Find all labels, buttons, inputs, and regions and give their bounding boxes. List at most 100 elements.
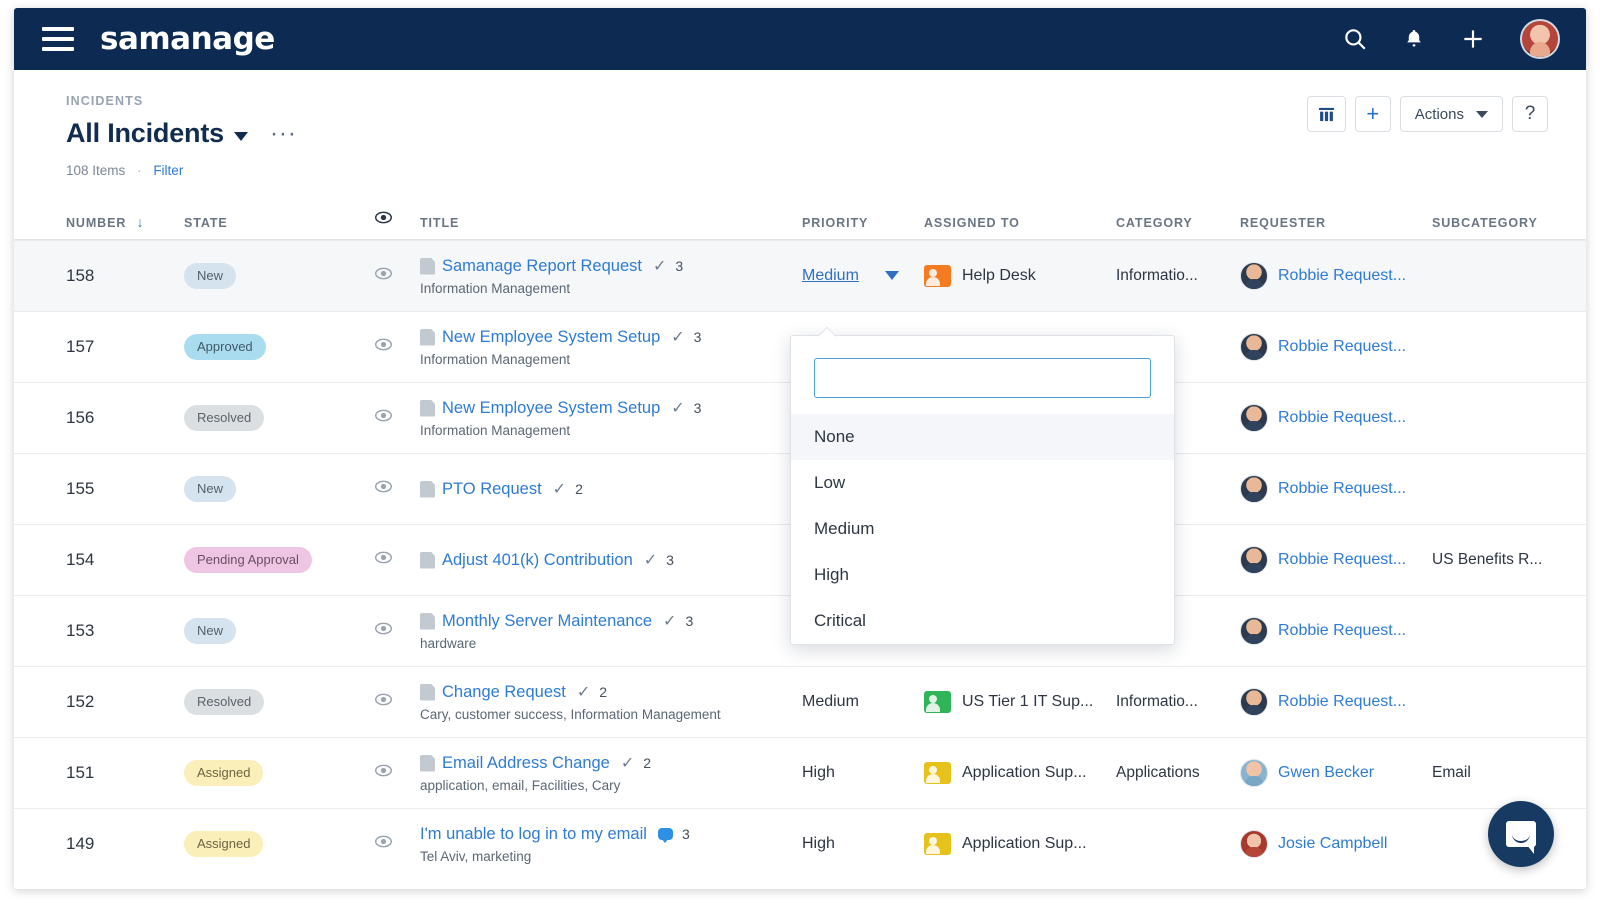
avatar (1240, 688, 1268, 716)
requester-name[interactable]: Gwen Becker (1278, 764, 1374, 782)
user-avatar[interactable] (1520, 19, 1560, 59)
row-subtitle: Cary, customer success, Information Mana… (420, 707, 721, 722)
requester-name[interactable]: Robbie Request... (1278, 693, 1406, 711)
chat-launcher-button[interactable] (1488, 801, 1554, 867)
row-requester-cell: Robbie Request... (1240, 688, 1432, 716)
help-button[interactable]: ? (1512, 96, 1548, 132)
row-number: 157 (66, 337, 95, 356)
search-icon[interactable] (1342, 26, 1368, 52)
watch-icon[interactable] (374, 406, 420, 430)
status-badge: Pending Approval (184, 547, 312, 573)
watch-icon[interactable] (374, 761, 420, 785)
assignee[interactable]: Application Sup... (924, 833, 1116, 855)
requester[interactable]: Josie Campbell (1240, 830, 1432, 858)
row-title-link[interactable]: Samanage Report Request (442, 257, 642, 276)
row-category-cell: Informatio... (1116, 267, 1240, 285)
priority-option-low[interactable]: Low (791, 460, 1174, 506)
row-title-link[interactable]: PTO Request (442, 480, 542, 499)
table-row[interactable]: 149 Assigned I'm unable to log in to my em… (14, 808, 1586, 879)
hamburger-icon[interactable] (42, 27, 74, 51)
row-title-link[interactable]: I'm unable to log in to my email (420, 825, 647, 844)
column-header-category[interactable]: CATEGORY (1116, 216, 1240, 230)
priority-option-none[interactable]: None (791, 414, 1174, 460)
actions-button[interactable]: Actions (1399, 96, 1503, 132)
service-catalog-icon (420, 480, 435, 498)
chevron-down-icon (1476, 110, 1488, 118)
assignee-name: Application Sup... (962, 835, 1087, 852)
service-catalog-icon (420, 683, 435, 701)
chevron-down-icon[interactable] (884, 271, 899, 281)
requester[interactable]: Robbie Request... (1240, 404, 1432, 432)
assignee[interactable]: US Tier 1 IT Sup... (924, 691, 1116, 713)
table-row[interactable]: 152 Resolved Change Request ✓ 2 Cary, custome… (14, 666, 1586, 737)
service-catalog-icon (420, 257, 435, 275)
table-row[interactable]: 158 New Samanage Report Request ✓ 3 Informati… (14, 240, 1586, 311)
column-header-subcategory[interactable]: SUBCATEGORY (1432, 216, 1582, 230)
watch-icon[interactable] (374, 548, 420, 572)
group-icon (924, 265, 951, 287)
column-header-assigned-to[interactable]: ASSIGNED TO (924, 216, 1116, 230)
notifications-bell-icon[interactable] (1402, 27, 1426, 51)
requester-name[interactable]: Robbie Request... (1278, 622, 1406, 640)
filter-link[interactable]: Filter (153, 163, 183, 178)
row-title-link[interactable]: New Employee System Setup (442, 399, 660, 418)
row-priority-cell: High (802, 835, 924, 853)
row-title-link[interactable]: Adjust 401(k) Contribution (442, 551, 633, 570)
requester[interactable]: Robbie Request... (1240, 688, 1432, 716)
requester[interactable]: Robbie Request... (1240, 617, 1432, 645)
priority-option-critical[interactable]: Critical (791, 598, 1174, 644)
watch-icon[interactable] (374, 832, 420, 856)
brand-logo[interactable]: samanage (100, 21, 275, 57)
column-header-number[interactable]: NUMBER ↓ (66, 214, 184, 230)
priority-value: Medium (802, 693, 859, 710)
requester-name[interactable]: Robbie Request... (1278, 338, 1406, 356)
requester[interactable]: Robbie Request... (1240, 333, 1432, 361)
column-header-priority[interactable]: PRIORITY (802, 216, 924, 230)
requester[interactable]: Robbie Request... (1240, 475, 1432, 503)
row-assigned-cell: US Tier 1 IT Sup... (924, 691, 1116, 713)
column-header-title[interactable]: TITLE (420, 216, 802, 230)
more-options-icon[interactable]: ··· (270, 121, 297, 145)
requester-name[interactable]: Robbie Request... (1278, 409, 1406, 427)
requester[interactable]: Gwen Becker (1240, 759, 1432, 787)
priority-search-input[interactable] (814, 358, 1151, 398)
row-state: New (184, 476, 374, 502)
watch-icon[interactable] (374, 335, 420, 359)
requester-name[interactable]: Robbie Request... (1278, 267, 1406, 285)
requester[interactable]: Robbie Request... (1240, 546, 1432, 574)
requester-name[interactable]: Robbie Request... (1278, 480, 1406, 498)
row-title-link[interactable]: New Employee System Setup (442, 328, 660, 347)
assignee[interactable]: Application Sup... (924, 762, 1116, 784)
requester-name[interactable]: Josie Campbell (1278, 835, 1387, 853)
category-value: Applications (1116, 764, 1200, 781)
status-badge: Assigned (184, 760, 264, 786)
add-icon[interactable] (1460, 26, 1486, 52)
columns-button[interactable] (1306, 96, 1346, 132)
row-assigned-cell: Application Sup... (924, 833, 1116, 855)
row-title-link[interactable]: Change Request (442, 683, 566, 702)
watch-icon[interactable] (374, 690, 420, 714)
row-title-link[interactable]: Monthly Server Maintenance (442, 612, 652, 631)
service-catalog-icon (420, 328, 435, 346)
column-header-watch[interactable] (374, 208, 420, 230)
group-icon (924, 762, 951, 784)
service-catalog-icon (420, 754, 435, 772)
row-title-cell: New Employee System Setup ✓ 3 Information M… (420, 327, 802, 367)
watch-icon[interactable] (374, 477, 420, 501)
row-title-link[interactable]: Email Address Change (442, 754, 610, 773)
table-row[interactable]: 151 Assigned Email Address Change ✓ 2 applica… (14, 737, 1586, 808)
watch-icon[interactable] (374, 619, 420, 643)
priority-value: High (802, 835, 835, 852)
column-header-state[interactable]: STATE (184, 216, 374, 230)
add-incident-button[interactable]: + (1354, 96, 1391, 132)
watch-icon[interactable] (374, 264, 420, 288)
priority-option-high[interactable]: High (791, 552, 1174, 598)
requester-name[interactable]: Robbie Request... (1278, 551, 1406, 569)
priority-option-medium[interactable]: Medium (791, 506, 1174, 552)
requester[interactable]: Robbie Request... (1240, 262, 1432, 290)
chevron-down-icon[interactable] (233, 132, 248, 141)
item-count: 108 Items (66, 163, 126, 178)
priority-value-link[interactable]: Medium (802, 267, 859, 284)
column-header-requester[interactable]: REQUESTER (1240, 216, 1432, 230)
assignee[interactable]: Help Desk (924, 265, 1116, 287)
